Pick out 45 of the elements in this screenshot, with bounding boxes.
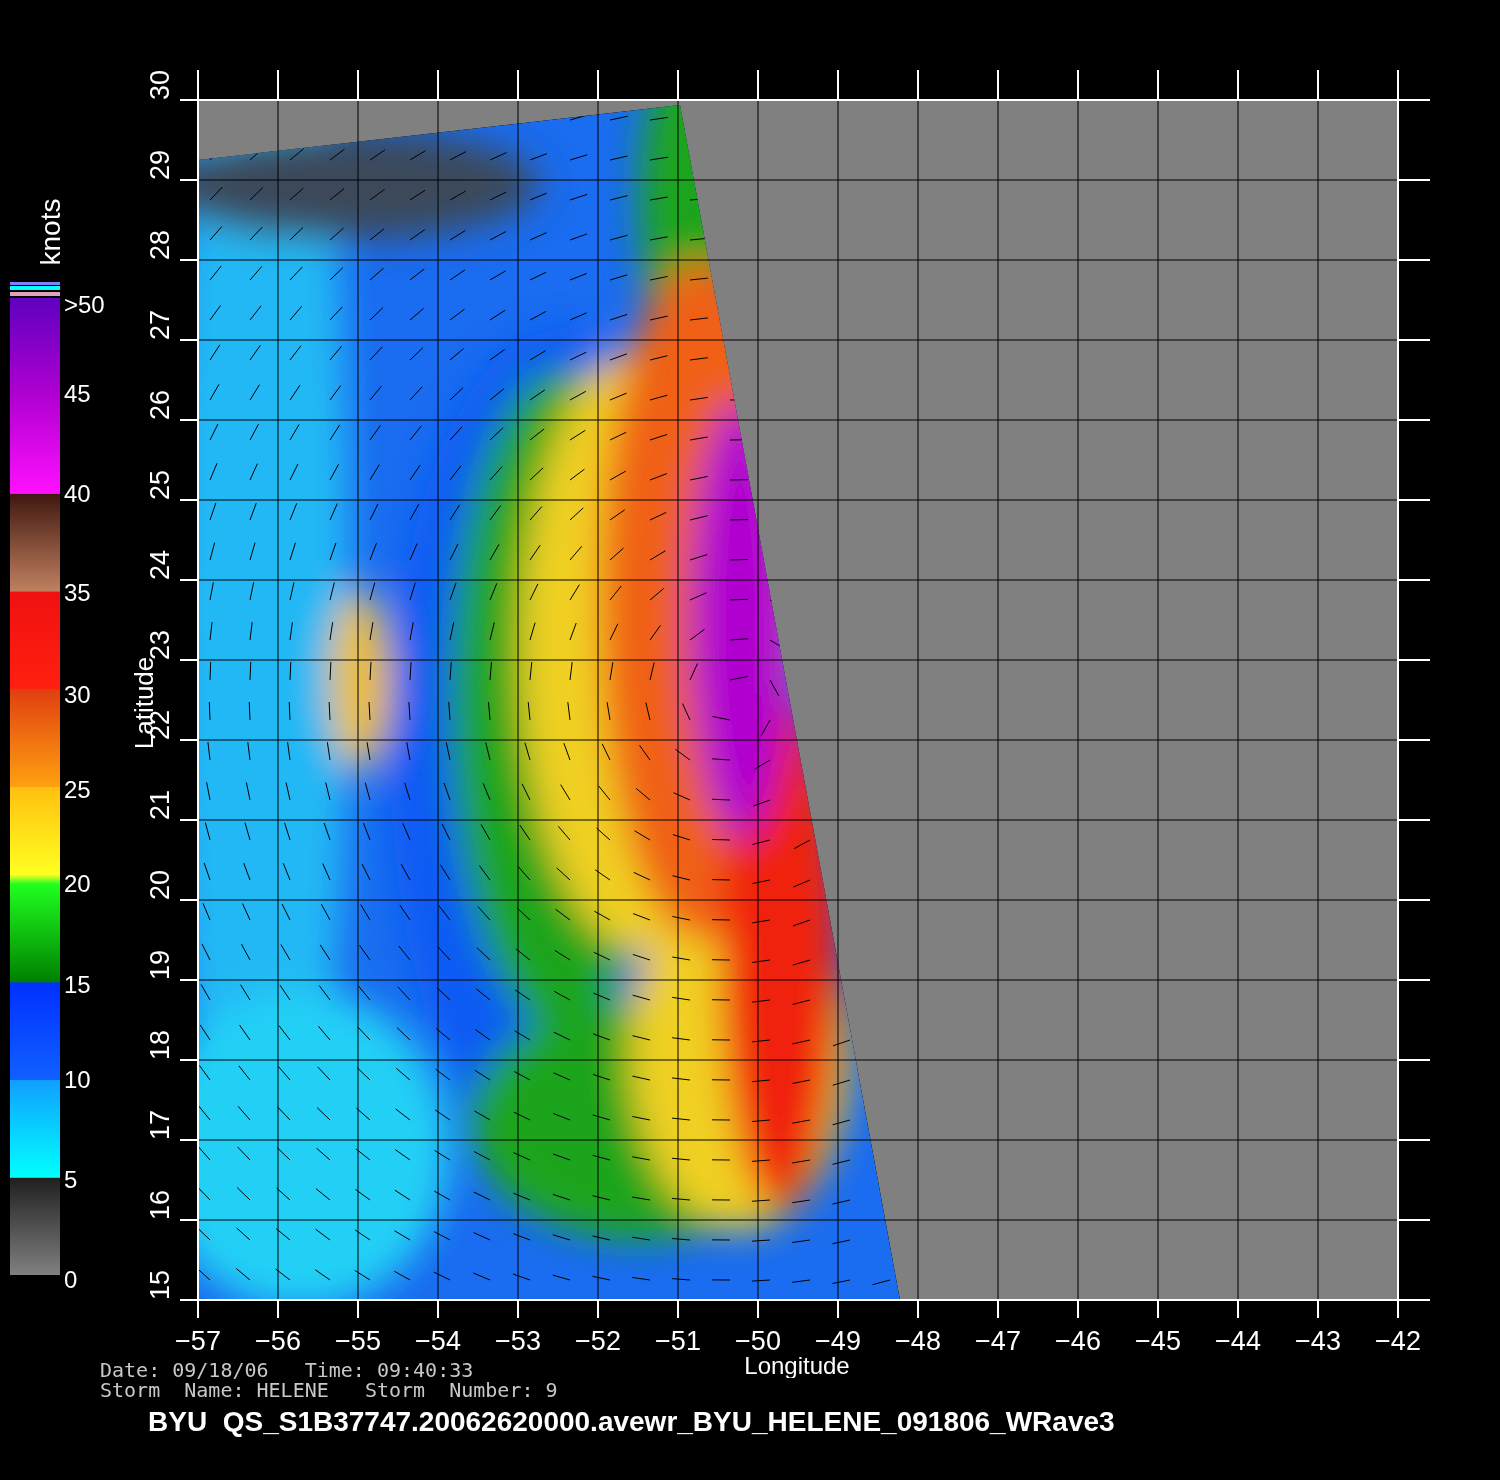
scale-label: 45 xyxy=(64,380,91,407)
tick-label: 20 xyxy=(145,869,175,900)
scale-label: >50 xyxy=(64,291,105,318)
tick-label: −49 xyxy=(815,1326,861,1356)
tick-label: −43 xyxy=(1295,1326,1341,1356)
tick-label: 17 xyxy=(145,1109,175,1140)
tick-label: 29 xyxy=(145,149,175,180)
tick-label: −48 xyxy=(895,1326,941,1356)
tick-label: −51 xyxy=(655,1326,701,1356)
date-time-text: Date: 09/18/06 Time: 09:40:33 xyxy=(100,1360,474,1380)
tick-label: −53 xyxy=(495,1326,541,1356)
storm-info-text: Storm Name: HELENE Storm Number: 9 xyxy=(100,1380,558,1400)
tick-label: −54 xyxy=(415,1326,461,1356)
tick-label: 30 xyxy=(145,69,175,100)
scale-label: 35 xyxy=(64,579,91,606)
scale-label: 5 xyxy=(64,1166,78,1193)
tick-label: −55 xyxy=(335,1326,381,1356)
tick-label: 15 xyxy=(145,1269,175,1300)
tick-label: −52 xyxy=(575,1326,621,1356)
scale-label: 20 xyxy=(64,870,91,897)
tick-label: −47 xyxy=(975,1326,1021,1356)
scale-label: 0 xyxy=(64,1266,78,1293)
scale-label: 40 xyxy=(64,480,91,507)
scale-label: 15 xyxy=(64,971,91,998)
tick-label: 27 xyxy=(145,309,175,340)
tick-label: 18 xyxy=(145,1029,175,1060)
tick-label: 26 xyxy=(145,389,175,420)
tick-label: −57 xyxy=(175,1326,221,1356)
tick-label: −56 xyxy=(255,1326,301,1356)
file-name-text: BYU QS_S1B37747.20062620000.avewr_BYU_HELENE_091806_WRave3 xyxy=(148,1405,1115,1439)
tick-label: 28 xyxy=(145,229,175,260)
tick-label: −42 xyxy=(1375,1326,1421,1356)
unit-label: knots xyxy=(35,198,66,266)
tick-label: −45 xyxy=(1135,1326,1181,1356)
tick-label: 19 xyxy=(145,949,175,980)
tick-label: 16 xyxy=(145,1189,175,1220)
scale-label: 30 xyxy=(64,681,91,708)
tick-label: 25 xyxy=(145,469,175,500)
tick-label: 21 xyxy=(145,789,175,820)
scale-label: 10 xyxy=(64,1066,91,1093)
scale-label: 25 xyxy=(64,776,91,803)
tick-label: 24 xyxy=(145,549,175,580)
tick-label: −44 xyxy=(1215,1326,1261,1356)
tick-label: −50 xyxy=(735,1326,781,1356)
tick-label: −46 xyxy=(1055,1326,1101,1356)
